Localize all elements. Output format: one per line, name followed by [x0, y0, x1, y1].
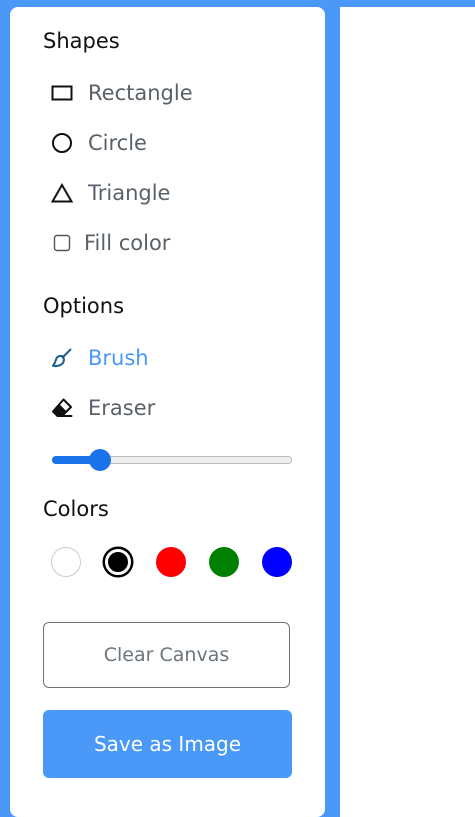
brush-size-slider[interactable] [52, 449, 292, 471]
color-swatch-black[interactable] [105, 549, 131, 575]
shape-label: Rectangle [88, 81, 193, 105]
tool-option-brush[interactable]: Brush [50, 344, 149, 372]
rectangle-icon [50, 81, 74, 105]
fill-color-option[interactable]: Fill color [50, 229, 170, 257]
eraser-icon [50, 396, 74, 420]
color-swatch-green[interactable] [209, 547, 239, 577]
toolbar-panel: Shapes Rectangle Circle Triangle Fill co… [10, 7, 325, 817]
shape-option-triangle[interactable]: Triangle [50, 179, 170, 207]
shape-option-circle[interactable]: Circle [50, 129, 147, 157]
tool-option-eraser[interactable]: Eraser [50, 394, 155, 422]
shape-option-rectangle[interactable]: Rectangle [50, 79, 193, 107]
color-swatch-blue[interactable] [262, 547, 292, 577]
shapes-title: Shapes [43, 29, 120, 53]
circle-icon [50, 131, 74, 155]
tool-label: Eraser [88, 396, 156, 420]
save-as-image-button[interactable]: Save as Image [43, 710, 292, 778]
fill-color-checkbox[interactable] [50, 231, 74, 255]
shape-label: Triangle [88, 181, 171, 205]
shape-label: Circle [88, 131, 147, 155]
colors-title: Colors [43, 497, 109, 521]
fill-color-label: Fill color [84, 231, 171, 255]
clear-canvas-button[interactable]: Clear Canvas [43, 622, 290, 688]
options-title: Options [43, 294, 125, 318]
tool-label: Brush [88, 346, 149, 370]
drawing-canvas[interactable] [340, 7, 475, 817]
triangle-icon [50, 181, 74, 205]
brush-icon [50, 346, 74, 370]
slider-thumb[interactable] [88, 449, 111, 471]
color-swatch-red[interactable] [156, 547, 186, 577]
color-swatch-white[interactable] [51, 547, 81, 577]
